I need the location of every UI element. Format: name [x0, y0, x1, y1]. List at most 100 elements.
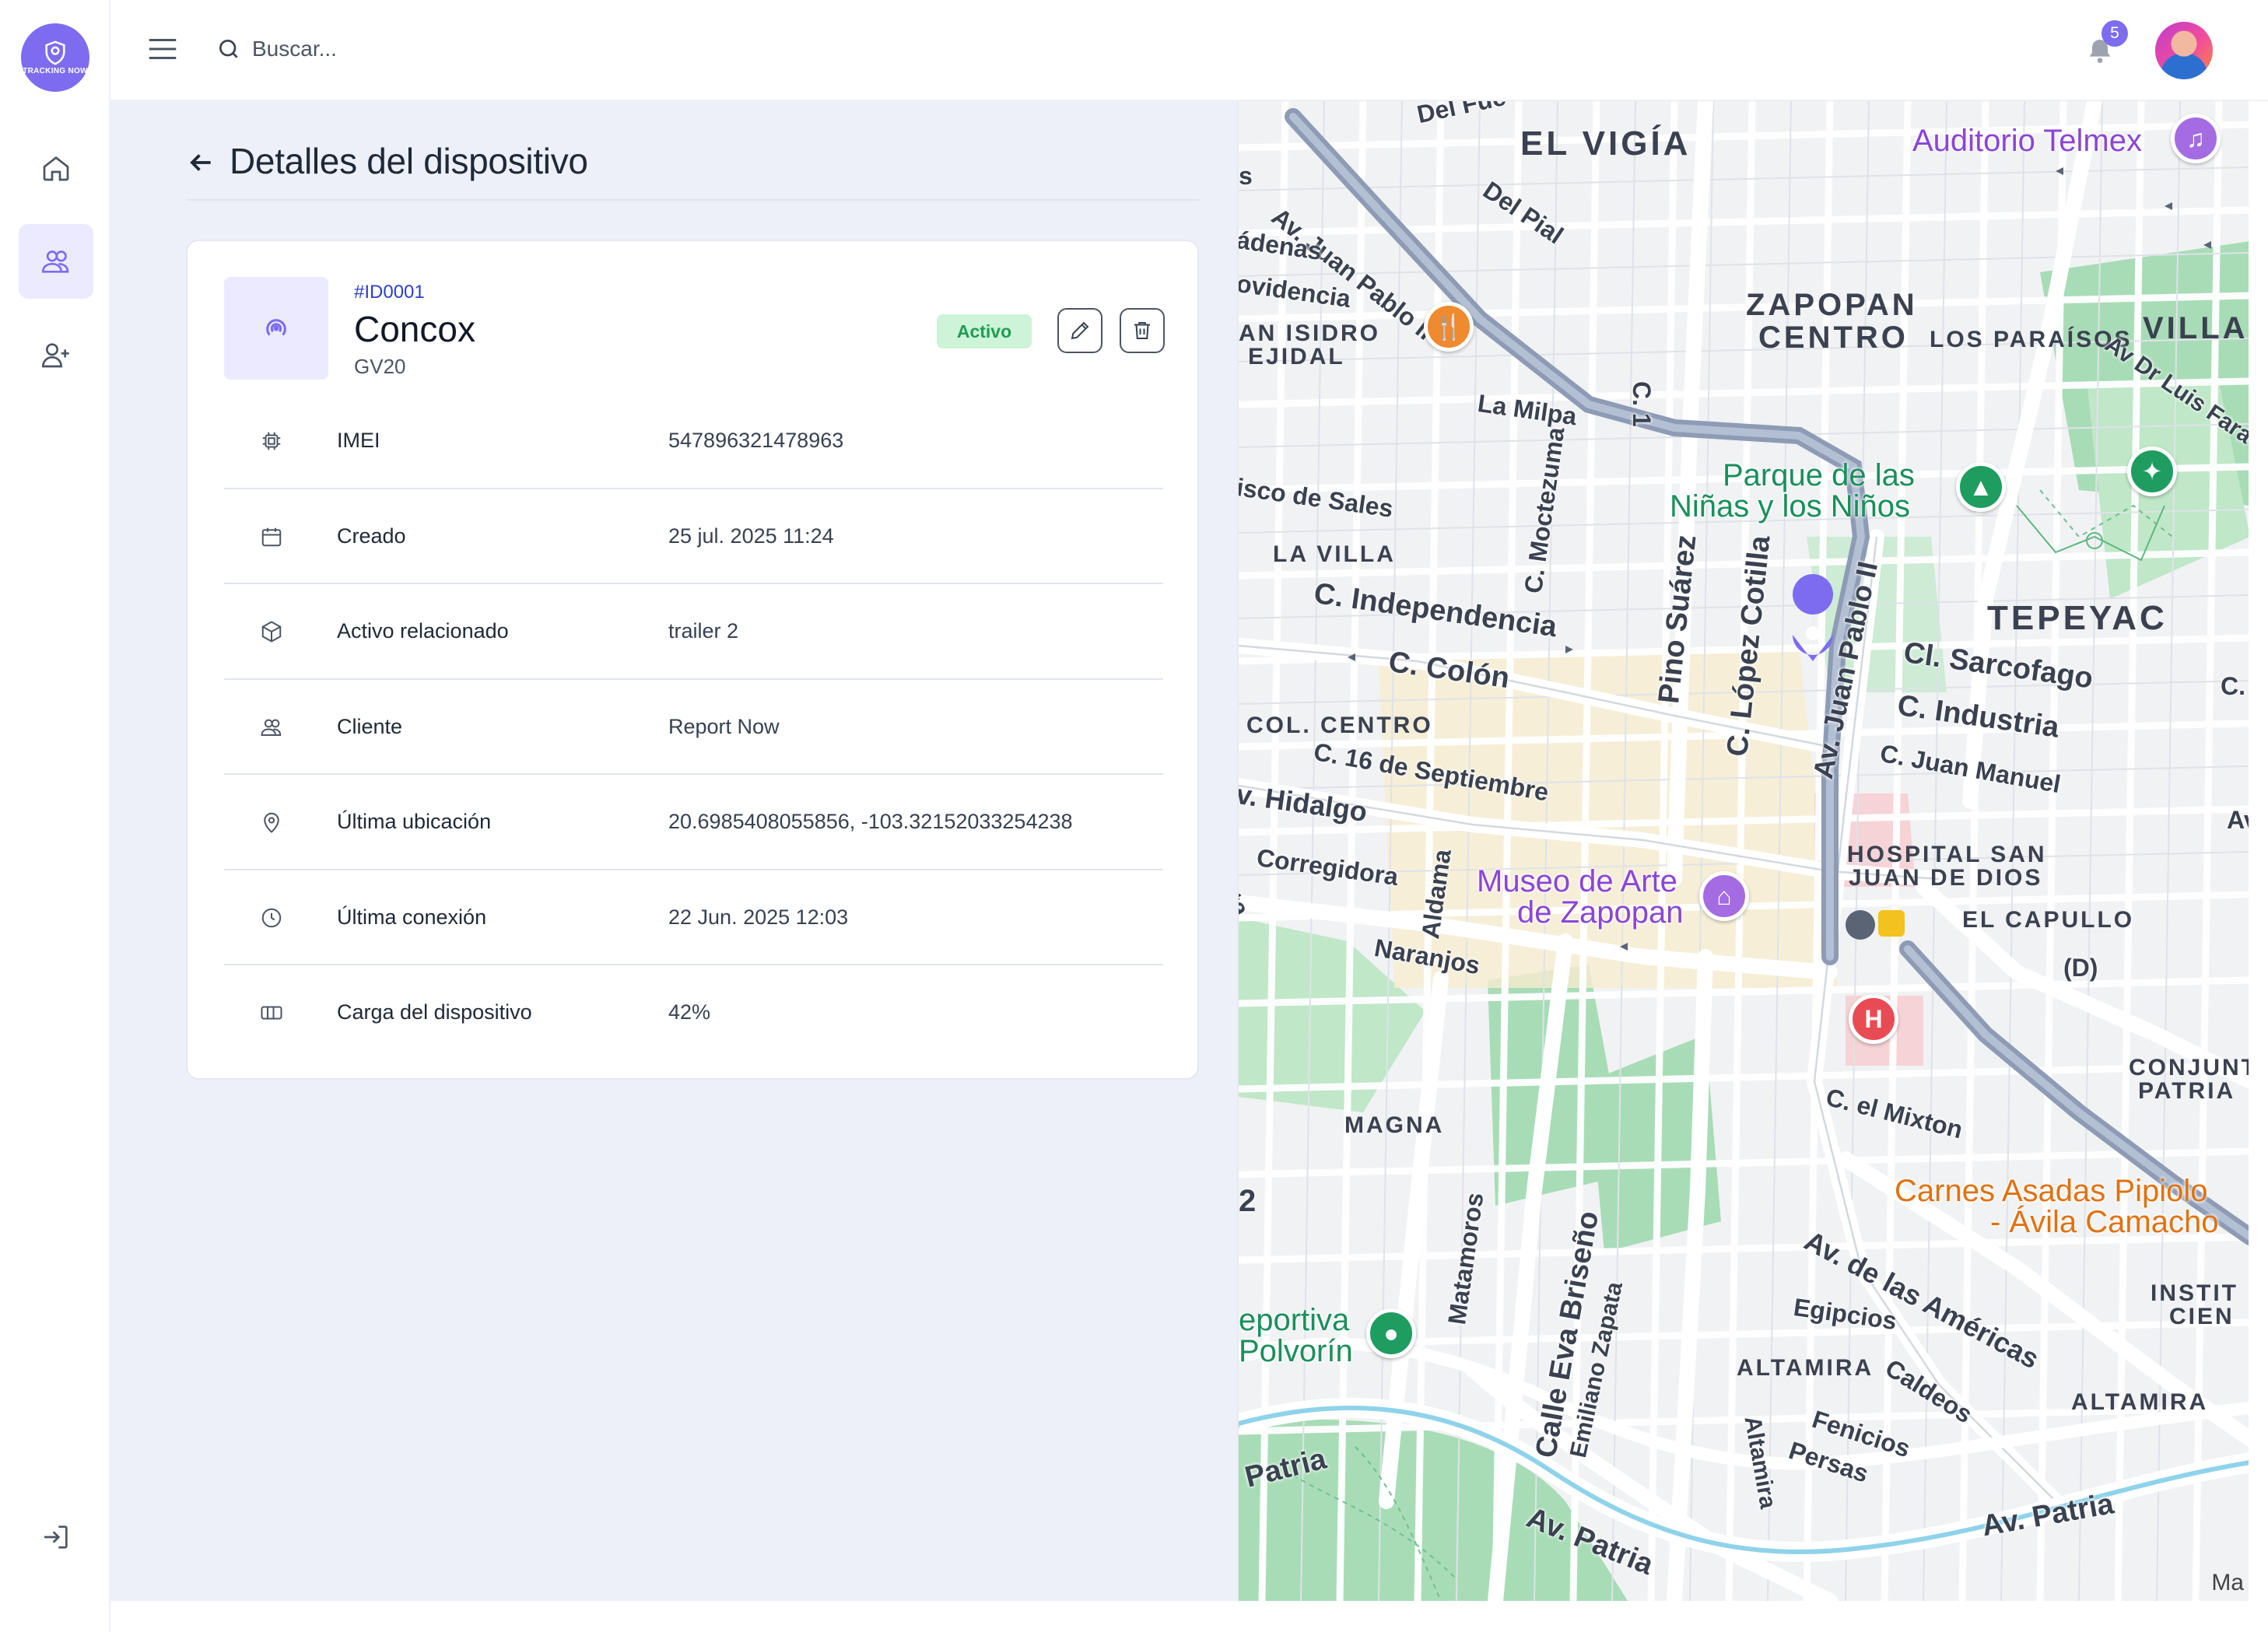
- street-label: C.: [2221, 672, 2245, 700]
- district-label: AN ISIDRO: [1239, 320, 1381, 346]
- detail-value: 25 jul. 2025 11:24: [668, 524, 834, 548]
- street-label: C. 1: [1628, 381, 1656, 427]
- search-input[interactable]: [252, 37, 641, 61]
- district-label: ALTAMIRA: [2071, 1389, 2209, 1415]
- logout-icon: [44, 1525, 68, 1549]
- detail-value: Report Now: [668, 714, 780, 738]
- sidebar-item-home[interactable]: [19, 131, 93, 205]
- pencil-icon: [1071, 321, 1089, 340]
- back-arrow-icon[interactable]: [186, 148, 216, 177]
- district-label: EL CAPULLO: [1962, 907, 2135, 933]
- district-label: CENTRO: [1758, 320, 1909, 355]
- logout-button[interactable]: [19, 1500, 93, 1574]
- district-label: JUAN DE DIOS: [1849, 865, 2043, 891]
- district-label: COL. CENTRO: [1246, 713, 1433, 738]
- user-avatar[interactable]: [2155, 22, 2213, 79]
- hospital-pin-icon[interactable]: H: [1849, 994, 1898, 1044]
- poi-auditorio-telmex[interactable]: Auditorio Telmex: [1912, 124, 2142, 157]
- street-label: (D): [2063, 954, 2098, 982]
- brand-logo[interactable]: TRACKING NOW: [21, 23, 89, 92]
- search-icon: [219, 40, 238, 58]
- map-view[interactable]: EL VIGÍA ZAPOPAN CENTRO TEPEYAC LOS PARA…: [1237, 101, 2249, 1601]
- edit-button[interactable]: [1057, 308, 1102, 353]
- museum-pin-icon[interactable]: ⌂: [1699, 871, 1749, 921]
- hamburger-icon: [149, 38, 177, 60]
- detail-row-client: Cliente Report Now: [224, 680, 1163, 775]
- detail-label: Creado: [337, 524, 406, 548]
- device-name: Concox: [354, 309, 475, 349]
- district-label: LA VILLA: [1273, 541, 1396, 567]
- signal-icon: [266, 319, 286, 336]
- box-icon: [261, 621, 282, 643]
- poi-parque-line2[interactable]: Niñas y los Niños: [1670, 490, 1910, 523]
- detail-value: trailer 2: [668, 619, 739, 643]
- battery-icon: [261, 1006, 282, 1020]
- main-content: Detalles del dispositivo #ID0001 Concox …: [110, 101, 1237, 1601]
- device-avatar: [224, 277, 328, 380]
- district-label: MAGNA: [1344, 1112, 1445, 1138]
- poi-polvorin-line1[interactable]: eportiva: [1239, 1304, 1349, 1336]
- district-label: VILLAS: [2143, 311, 2249, 345]
- logo-text: TRACKING NOW: [23, 67, 88, 75]
- chip-icon: [262, 432, 281, 450]
- device-id: #ID0001: [354, 282, 425, 303]
- detail-label: Activo relacionado: [337, 619, 509, 643]
- district-label: ZAPOPAN: [1746, 288, 1918, 322]
- detail-label: Carga del dispositivo: [337, 1000, 532, 1024]
- street-label: s: [1239, 162, 1253, 190]
- search-bar: [216, 30, 641, 68]
- district-label: EJIDAL: [1248, 344, 1345, 369]
- district-label: HOSPITAL SAN: [1847, 842, 2047, 867]
- sidebar-item-add-user[interactable]: [19, 317, 93, 392]
- delete-button[interactable]: [1120, 308, 1165, 353]
- poi-parque-line1[interactable]: Parque de las: [1723, 459, 1915, 492]
- detail-label: Cliente: [337, 714, 403, 738]
- district-label: CIEN: [2169, 1304, 2235, 1329]
- detail-value: 547896321478963: [668, 429, 844, 452]
- park-pin-icon[interactable]: ▲: [1956, 462, 2006, 512]
- device-card: #ID0001 Concox GV20 Activo IMEI 54789632…: [186, 240, 1199, 1080]
- music-pin-icon[interactable]: ♫: [2171, 114, 2221, 163]
- device-model: GV20: [354, 355, 406, 378]
- detail-row-related-asset: Activo relacionado trailer 2: [224, 584, 1163, 680]
- detail-value: 42%: [668, 1000, 711, 1024]
- app-root: TRACKING NOW 5 Detal: [0, 0, 2268, 1632]
- menu-toggle-button[interactable]: [145, 31, 181, 67]
- district-label: PATRIA: [2138, 1078, 2236, 1104]
- details-list: IMEI 547896321478963 Creado 25 jul. 2025…: [224, 394, 1163, 1061]
- poi-museo-line2[interactable]: de Zapopan: [1517, 896, 1684, 929]
- user-plus-icon: [41, 343, 69, 368]
- district-label: ALTAMIRA: [1737, 1355, 1874, 1381]
- notification-badge: 5: [2101, 20, 2128, 47]
- detail-label: Última ubicación: [337, 810, 492, 833]
- sports-pin-icon[interactable]: ●: [1366, 1308, 1416, 1358]
- detail-row-created: Creado 25 jul. 2025 11:24: [224, 489, 1163, 584]
- location-icon: [264, 812, 279, 833]
- restaurant-pin-icon[interactable]: 🍴: [1424, 302, 1474, 352]
- detail-row-last-connection: Última conexión 22 Jun. 2025 12:03: [224, 870, 1163, 965]
- home-icon: [43, 156, 69, 181]
- poi-polvorin-line2[interactable]: Polvorín: [1239, 1335, 1353, 1368]
- poi-museo-line1[interactable]: Museo de Arte: [1477, 865, 1677, 898]
- users-icon: [41, 250, 69, 273]
- district-label: INSTIT: [2151, 1280, 2238, 1306]
- status-badge: Activo: [937, 314, 1032, 348]
- zoo-pin-icon[interactable]: ✦: [2127, 447, 2177, 496]
- shield-icon: [45, 40, 65, 65]
- detail-value: 20.6985408055856, -103.32152033254238: [668, 810, 1073, 833]
- sidebar-item-clients[interactable]: [19, 224, 93, 299]
- detail-label: IMEI: [337, 429, 380, 452]
- street-label: Av: [2227, 806, 2249, 834]
- calendar-icon: [261, 527, 282, 546]
- map-attribution: Ma: [2211, 1570, 2244, 1595]
- poi-carnes-line1[interactable]: Carnes Asadas Pipiolo: [1895, 1175, 2207, 1207]
- top-header: 5: [110, 0, 2268, 101]
- page-header: Detalles del dispositivo: [186, 140, 1199, 201]
- detail-row-last-location: Última ubicación 20.6985408055856, -103.…: [224, 775, 1163, 870]
- poi-carnes-line2[interactable]: - Ávila Camacho: [1990, 1206, 2218, 1238]
- district-label: TEPEYAC: [1987, 599, 2168, 637]
- page-title: Detalles del dispositivo: [230, 141, 588, 181]
- users-icon: [261, 719, 282, 736]
- district-label: CONJUNT: [2129, 1055, 2249, 1080]
- street-label: 2: [1239, 1184, 1257, 1218]
